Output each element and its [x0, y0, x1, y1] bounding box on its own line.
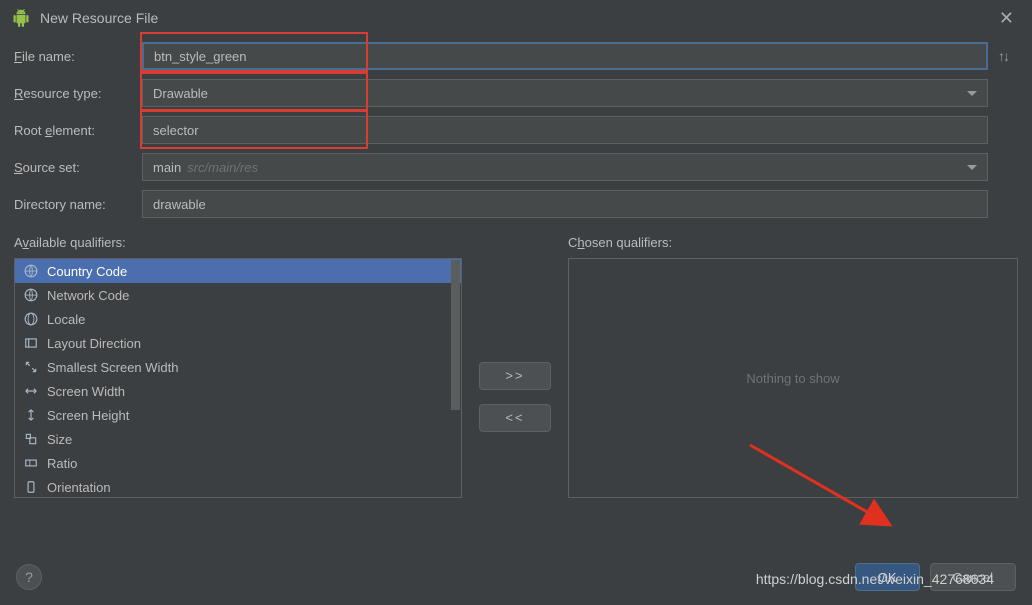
- row-source-set: Source set: mainsrc/main/res: [14, 153, 1018, 181]
- source-set-value: mainsrc/main/res: [153, 160, 258, 175]
- directory-name-input[interactable]: [142, 190, 988, 218]
- scrollbar-thumb[interactable]: [451, 260, 460, 410]
- move-buttons-column: >> <<: [474, 235, 556, 498]
- titlebar: New Resource File ✕: [0, 0, 1032, 36]
- smallest-icon: [23, 359, 39, 375]
- chosen-listbox[interactable]: Nothing to show: [568, 258, 1018, 498]
- list-item[interactable]: Ratio: [15, 451, 461, 475]
- globe2-icon: [23, 311, 39, 327]
- layout-icon: [23, 335, 39, 351]
- orient-icon: [23, 479, 39, 495]
- chosen-column: Chosen qualifiers: Nothing to show: [568, 235, 1018, 498]
- list-item-label: Screen Width: [47, 384, 125, 399]
- label-available: Available qualifiers:: [14, 235, 462, 250]
- list-item[interactable]: Screen Width: [15, 379, 461, 403]
- list-item-label: Screen Height: [47, 408, 129, 423]
- row-file-name: File name: ↑↓: [14, 42, 1018, 70]
- label-file-name: File name:: [14, 49, 142, 64]
- list-item[interactable]: Locale: [15, 307, 461, 331]
- list-item[interactable]: Country Code: [15, 259, 461, 283]
- resource-type-value: Drawable: [153, 86, 208, 101]
- scrollbar[interactable]: [451, 260, 460, 496]
- globe-icon: [23, 287, 39, 303]
- label-directory-name: Directory name:: [14, 197, 142, 212]
- list-item-label: Layout Direction: [47, 336, 141, 351]
- move-right-button[interactable]: >>: [479, 362, 551, 390]
- size-icon: [23, 431, 39, 447]
- width-icon: [23, 383, 39, 399]
- row-directory-name: Directory name:: [14, 190, 1018, 218]
- list-item[interactable]: Screen Height: [15, 403, 461, 427]
- label-source-set: Source set:: [14, 160, 142, 175]
- file-name-input[interactable]: [142, 42, 988, 70]
- chevron-down-icon: [967, 91, 977, 96]
- dialog-title: New Resource File: [40, 10, 993, 26]
- globe-icon: [23, 263, 39, 279]
- list-item[interactable]: Orientation: [15, 475, 461, 497]
- move-left-button[interactable]: <<: [479, 404, 551, 432]
- label-resource-type: Resource type:: [14, 86, 142, 101]
- chevron-down-icon: [967, 165, 977, 170]
- resource-type-select[interactable]: Drawable: [142, 79, 988, 107]
- row-root-element: Root element:: [14, 116, 1018, 144]
- list-item[interactable]: Network Code: [15, 283, 461, 307]
- android-icon: [12, 9, 30, 27]
- close-icon[interactable]: ✕: [993, 6, 1020, 31]
- cancel-button[interactable]: Cancel: [930, 563, 1016, 591]
- source-set-select[interactable]: mainsrc/main/res: [142, 153, 988, 181]
- sort-icon[interactable]: ↑↓: [988, 48, 1018, 64]
- height-icon: [23, 407, 39, 423]
- help-button[interactable]: ?: [16, 564, 42, 590]
- label-chosen: Chosen qualifiers:: [568, 235, 1018, 250]
- list-item-label: Locale: [47, 312, 85, 327]
- root-element-input[interactable]: [142, 116, 988, 144]
- list-item-label: Smallest Screen Width: [47, 360, 179, 375]
- qualifiers-section: Available qualifiers: Country Code Networ…: [0, 227, 1032, 498]
- list-item[interactable]: Size: [15, 427, 461, 451]
- ok-button[interactable]: OK: [855, 563, 920, 591]
- list-item-label: Ratio: [47, 456, 77, 471]
- list-item[interactable]: Layout Direction: [15, 331, 461, 355]
- list-item-label: Orientation: [47, 480, 111, 495]
- list-item[interactable]: Smallest Screen Width: [15, 355, 461, 379]
- bottom-bar: ? OK Cancel: [0, 549, 1032, 605]
- available-column: Available qualifiers: Country Code Networ…: [14, 235, 462, 498]
- row-resource-type: Resource type: Drawable: [14, 79, 1018, 107]
- list-item-label: Size: [47, 432, 72, 447]
- form-area: File name: ↑↓ Resource type: Drawable Ro…: [0, 36, 1032, 218]
- list-item-label: Country Code: [47, 264, 127, 279]
- empty-text: Nothing to show: [746, 371, 839, 386]
- available-listbox[interactable]: Country Code Network Code Locale Layout Dir…: [14, 258, 462, 498]
- label-root-element: Root element:: [14, 123, 142, 138]
- list-item-label: Network Code: [47, 288, 129, 303]
- ratio-icon: [23, 455, 39, 471]
